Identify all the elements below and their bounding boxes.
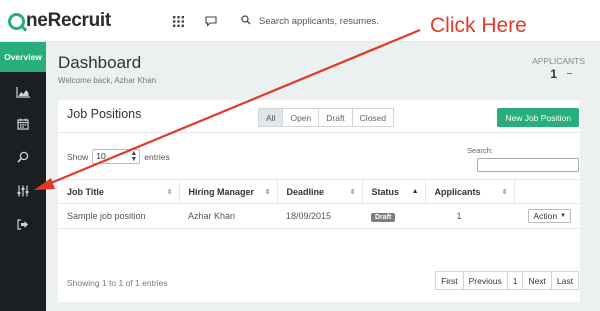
annotation-arrow: [34, 28, 421, 190]
annotation-text: Click Here: [430, 14, 527, 37]
